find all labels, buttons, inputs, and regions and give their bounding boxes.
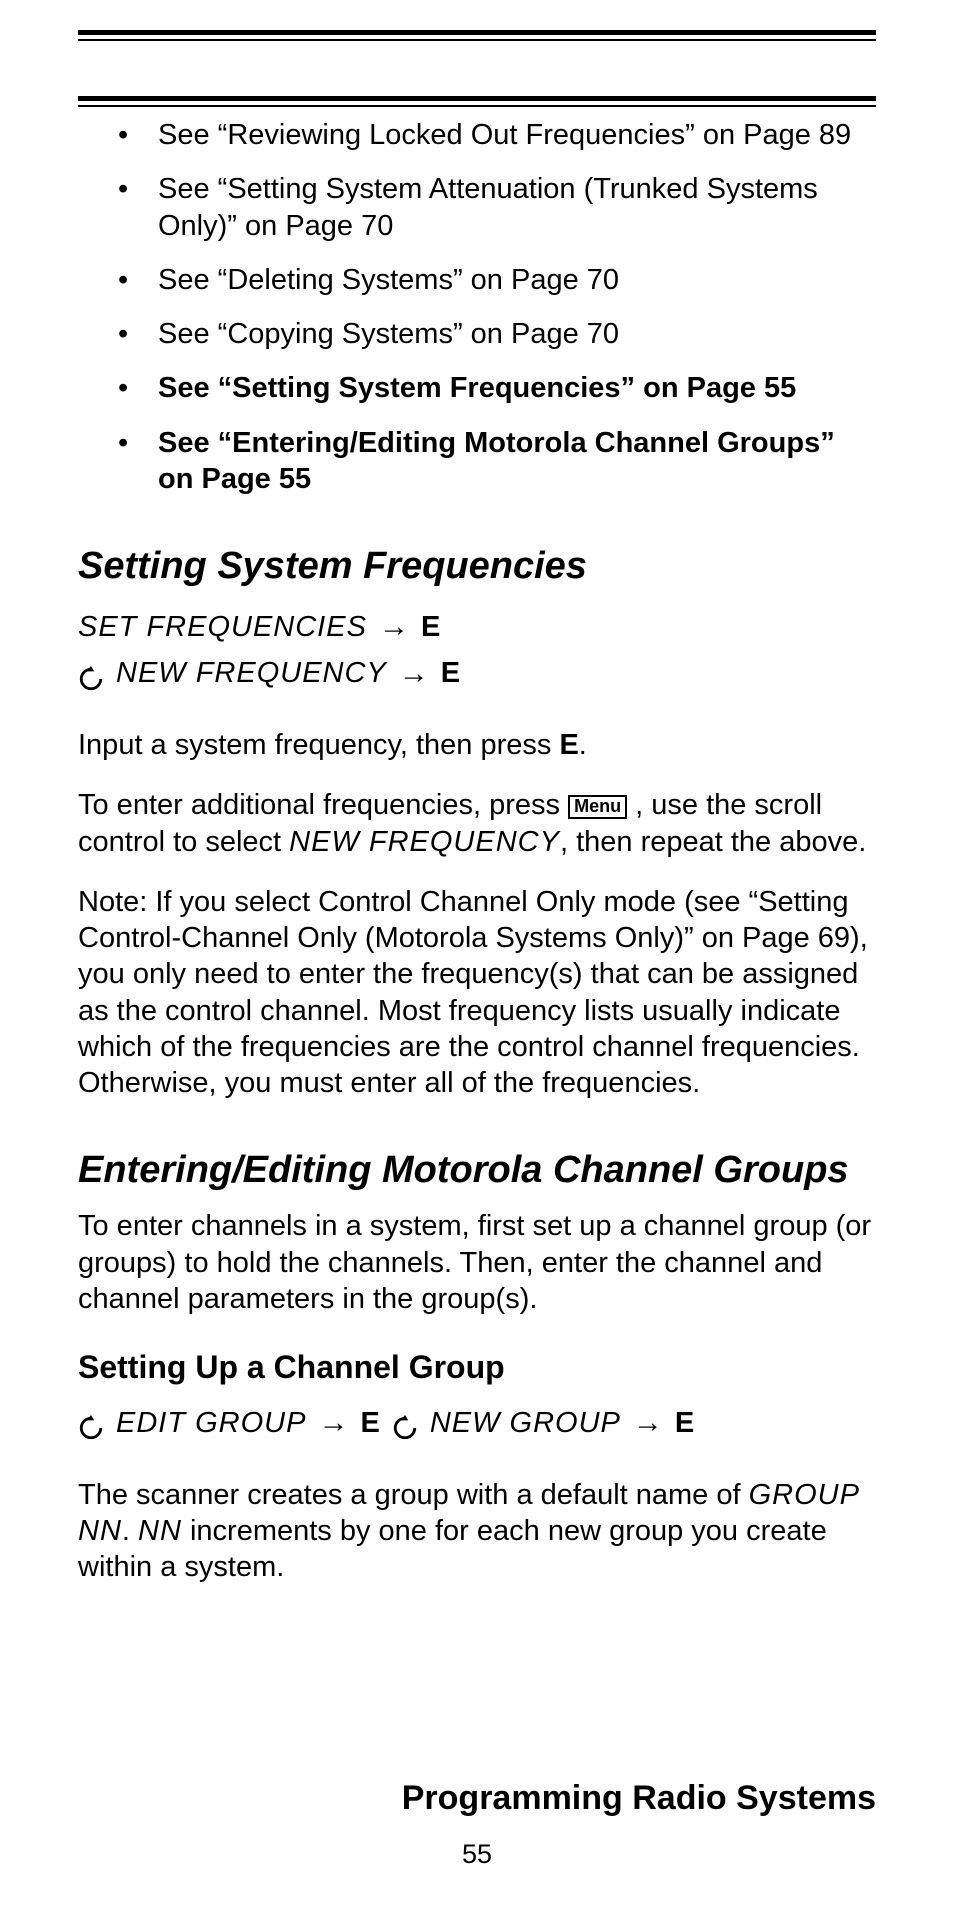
text: The scanner creates a group with a defau… <box>78 1479 749 1511</box>
list-item: See “Setting System Attenuation (Trunked… <box>118 171 876 244</box>
text: Input a system frequency, then press <box>78 729 559 761</box>
key-e: E <box>559 729 578 761</box>
bullet-text: See “Setting System Attenuation (Trunked… <box>158 173 818 241</box>
text: . <box>579 729 587 761</box>
bullet-text: See “Copying Systems” on Page 70 <box>158 318 619 350</box>
paragraph: To enter channels in a system, first set… <box>78 1208 876 1317</box>
section-heading-frequencies: Setting System Frequencies <box>78 545 876 588</box>
key-e: E <box>441 651 460 696</box>
bullet-text: See “Deleting Systems” on Page 70 <box>158 264 619 296</box>
list-item: See “Entering/Editing Motorola Channel G… <box>118 425 876 498</box>
bullet-text: See “Entering/Editing Motorola Channel G… <box>158 427 835 495</box>
footer-title: Programming Radio Systems <box>402 1779 876 1818</box>
text: , then repeat the above. <box>560 826 866 858</box>
arrow-icon: → <box>399 651 429 698</box>
paragraph: Input a system frequency, then press E. <box>78 727 876 763</box>
list-item: See “Deleting Systems” on Page 70 <box>118 262 876 298</box>
lcd-text: New Frequency <box>289 826 560 858</box>
text: increments by one for each new group you… <box>78 1515 827 1583</box>
list-item: See “Setting System Frequencies” on Page… <box>118 370 876 406</box>
text: . <box>122 1515 138 1547</box>
subsection-heading: Setting Up a Channel Group <box>78 1349 876 1386</box>
key-e: E <box>421 605 440 650</box>
arrow-icon: → <box>318 1400 348 1447</box>
lcd-text: New Frequency <box>116 651 387 696</box>
lcd-text: Set Frequencies <box>78 605 367 650</box>
note-paragraph: Note: If you select Control Channel Only… <box>78 884 876 1102</box>
arrow-icon: → <box>379 604 409 651</box>
scroll-icon <box>78 1410 104 1436</box>
sequence-line-1: Set Frequencies → E <box>78 604 876 651</box>
page-number: 55 <box>0 1839 954 1870</box>
menu-button-icon: Menu <box>568 795 627 819</box>
bullet-list: See “Reviewing Locked Out Frequencies” o… <box>118 117 876 497</box>
top-rule-group <box>78 30 876 41</box>
list-item: See “Copying Systems” on Page 70 <box>118 316 876 352</box>
sequence-line-2: New Frequency → E <box>78 651 876 698</box>
lcd-text: New Group <box>430 1401 621 1446</box>
bullet-text: See “Setting System Frequencies” on Page… <box>158 372 796 404</box>
bullet-text: See “Reviewing Locked Out Frequencies” o… <box>158 119 851 151</box>
scroll-icon <box>78 661 104 687</box>
text: To enter additional frequencies, press <box>78 789 568 821</box>
lcd-text: Edit Group <box>116 1401 306 1446</box>
arrow-icon: → <box>633 1400 663 1447</box>
paragraph: To enter additional frequencies, press M… <box>78 787 876 860</box>
paragraph: The scanner creates a group with a defau… <box>78 1477 876 1586</box>
key-e: E <box>675 1401 694 1446</box>
scroll-icon <box>392 1410 418 1436</box>
section-heading-groups: Entering/Editing Motorola Channel Groups <box>78 1149 876 1192</box>
sequence-line-3: Edit Group → E New Group → E <box>78 1400 876 1447</box>
key-e: E <box>360 1401 379 1446</box>
list-item: See “Reviewing Locked Out Frequencies” o… <box>118 117 876 153</box>
lcd-text: nn <box>138 1515 182 1547</box>
second-rule-group <box>78 96 876 107</box>
